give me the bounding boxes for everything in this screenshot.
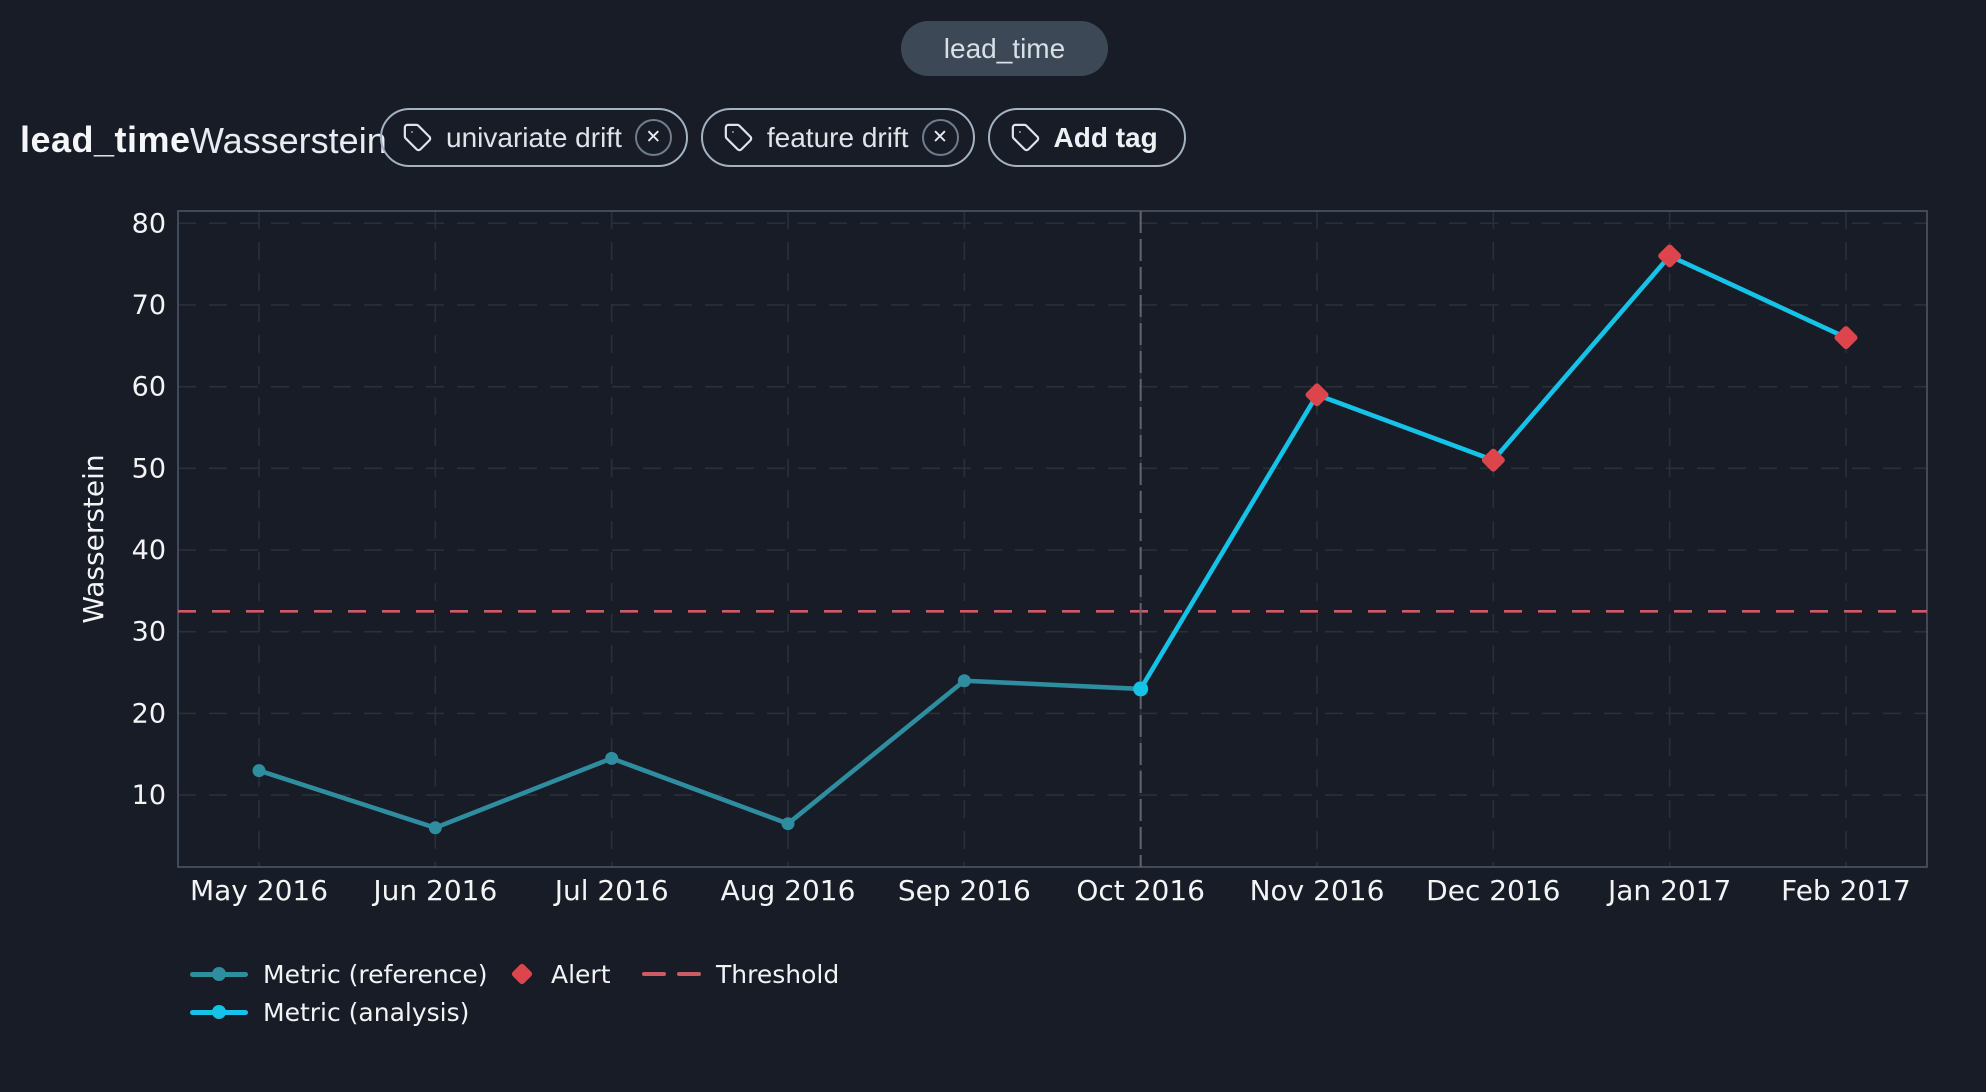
svg-text:30: 30 bbox=[132, 617, 166, 648]
svg-text:Jul 2016: Jul 2016 bbox=[553, 874, 669, 907]
svg-text:10: 10 bbox=[132, 780, 166, 811]
svg-text:Feb 2017: Feb 2017 bbox=[1781, 874, 1911, 907]
svg-text:Jan 2017: Jan 2017 bbox=[1606, 874, 1731, 907]
threshold-dash-swatch bbox=[642, 972, 701, 976]
legend-label-reference: Metric (reference) bbox=[263, 960, 488, 989]
svg-text:40: 40 bbox=[132, 535, 166, 566]
analysis-line-swatch bbox=[190, 1010, 248, 1015]
svg-text:Sep 2016: Sep 2016 bbox=[898, 874, 1031, 907]
svg-text:Nov 2016: Nov 2016 bbox=[1250, 874, 1385, 907]
svg-text:50: 50 bbox=[132, 453, 166, 484]
legend-label-analysis: Metric (analysis) bbox=[263, 998, 469, 1027]
svg-text:70: 70 bbox=[132, 290, 166, 321]
svg-text:Jun 2016: Jun 2016 bbox=[371, 874, 497, 907]
legend-item-threshold[interactable]: Threshold bbox=[642, 958, 839, 990]
page-background: lead_time lead_time Wasserstein univaria… bbox=[0, 0, 1986, 1092]
plot-border bbox=[178, 211, 1927, 867]
svg-text:Oct 2016: Oct 2016 bbox=[1076, 874, 1205, 907]
svg-text:80: 80 bbox=[132, 208, 166, 239]
legend-item-metric-analysis[interactable]: Metric (analysis) bbox=[190, 996, 469, 1028]
reference-line-swatch bbox=[190, 972, 248, 977]
legend-label-threshold: Threshold bbox=[716, 960, 839, 989]
drift-chart[interactable]: 10 20 30 40 50 60 70 80 May 2016 Jun 2016 Jul 2016… bbox=[0, 0, 1986, 1092]
svg-text:20: 20 bbox=[132, 698, 166, 729]
svg-text:Dec 2016: Dec 2016 bbox=[1426, 874, 1560, 907]
svg-text:60: 60 bbox=[132, 372, 166, 403]
svg-text:May 2016: May 2016 bbox=[190, 874, 328, 907]
legend-item-metric-reference[interactable]: Metric (reference) bbox=[190, 958, 488, 990]
y-gridlines bbox=[178, 223, 1927, 795]
x-gridlines bbox=[259, 211, 1846, 867]
svg-text:Aug 2016: Aug 2016 bbox=[721, 874, 856, 907]
x-tick-labels: May 2016 Jun 2016 Jul 2016 Aug 2016 Sep 2016… bbox=[190, 874, 1911, 907]
legend-item-alert[interactable]: Alert bbox=[508, 958, 611, 990]
series-reference-line bbox=[253, 674, 1148, 834]
reference-marker-swatch bbox=[212, 967, 226, 981]
y-axis-title: Wasserstein bbox=[77, 454, 110, 623]
y-tick-labels: 10 20 30 40 50 60 70 80 bbox=[132, 208, 166, 811]
analysis-marker-swatch bbox=[212, 1005, 226, 1019]
alert-diamond-swatch bbox=[511, 963, 534, 986]
legend-label-alert: Alert bbox=[551, 960, 611, 989]
